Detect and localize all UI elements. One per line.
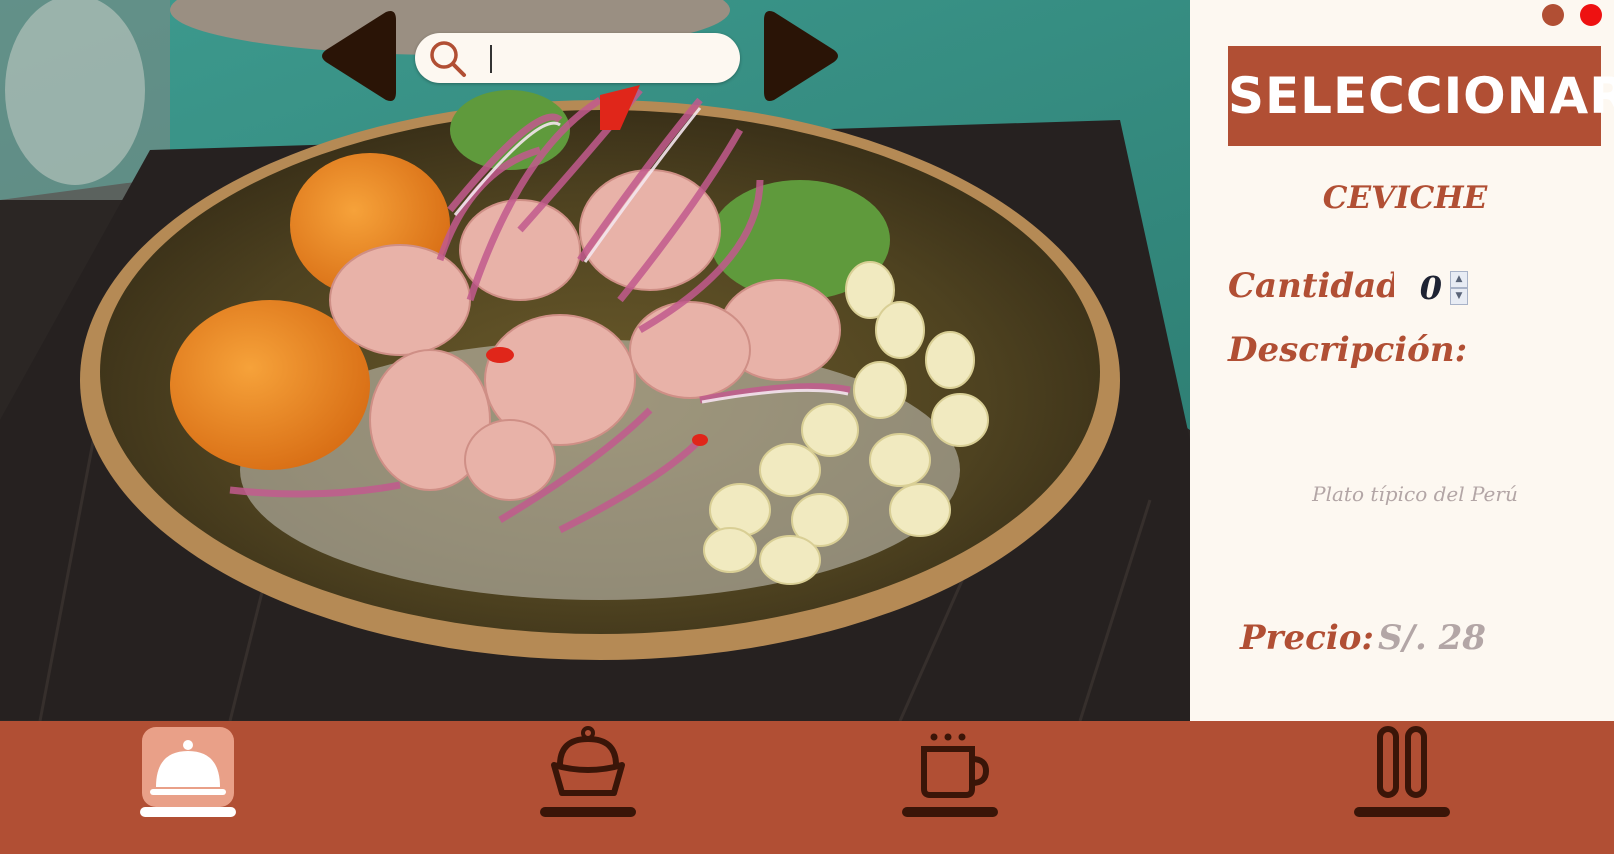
quantity-stepper[interactable]: ▲ ▼ xyxy=(1450,271,1468,307)
nav-desserts[interactable] xyxy=(540,721,636,854)
quantity-label: Cantidad: xyxy=(1228,266,1413,306)
next-arrow-button[interactable] xyxy=(752,8,842,104)
close-dot-button[interactable] xyxy=(1580,4,1602,26)
text-cursor xyxy=(490,45,492,73)
decrement-arrow-icon[interactable]: ▼ xyxy=(1450,288,1468,305)
nav-cold-drinks[interactable] xyxy=(1354,721,1450,854)
quantity-field[interactable]: 0 xyxy=(1394,270,1442,306)
nav-hot-drinks[interactable] xyxy=(902,721,998,854)
cloche-icon xyxy=(140,727,236,817)
search-bar[interactable] xyxy=(415,33,740,83)
cupcake-icon xyxy=(540,726,636,817)
nav-main-dishes[interactable] xyxy=(140,721,236,854)
description-text: Plato típico del Perú xyxy=(1312,482,1518,506)
triangle-right-icon xyxy=(764,11,838,101)
dish-photo xyxy=(0,0,1190,721)
search-icon[interactable] xyxy=(427,38,467,78)
minimize-dot-button[interactable] xyxy=(1542,4,1564,26)
increment-arrow-icon[interactable]: ▲ xyxy=(1450,271,1468,288)
price-label: Precio: xyxy=(1240,618,1374,658)
previous-arrow-button[interactable] xyxy=(318,8,408,104)
price-value: S/. 28 xyxy=(1378,618,1486,658)
drinks-icon xyxy=(1354,726,1450,817)
select-button[interactable]: SELECCIONAR xyxy=(1228,46,1614,146)
triangle-left-icon xyxy=(322,11,396,101)
dish-name: CEVICHE xyxy=(1322,180,1488,216)
coffee-cup-icon xyxy=(902,733,998,817)
description-label: Descripción: xyxy=(1228,330,1468,370)
search-input[interactable] xyxy=(475,39,725,77)
bottom-navigation xyxy=(0,721,1614,854)
